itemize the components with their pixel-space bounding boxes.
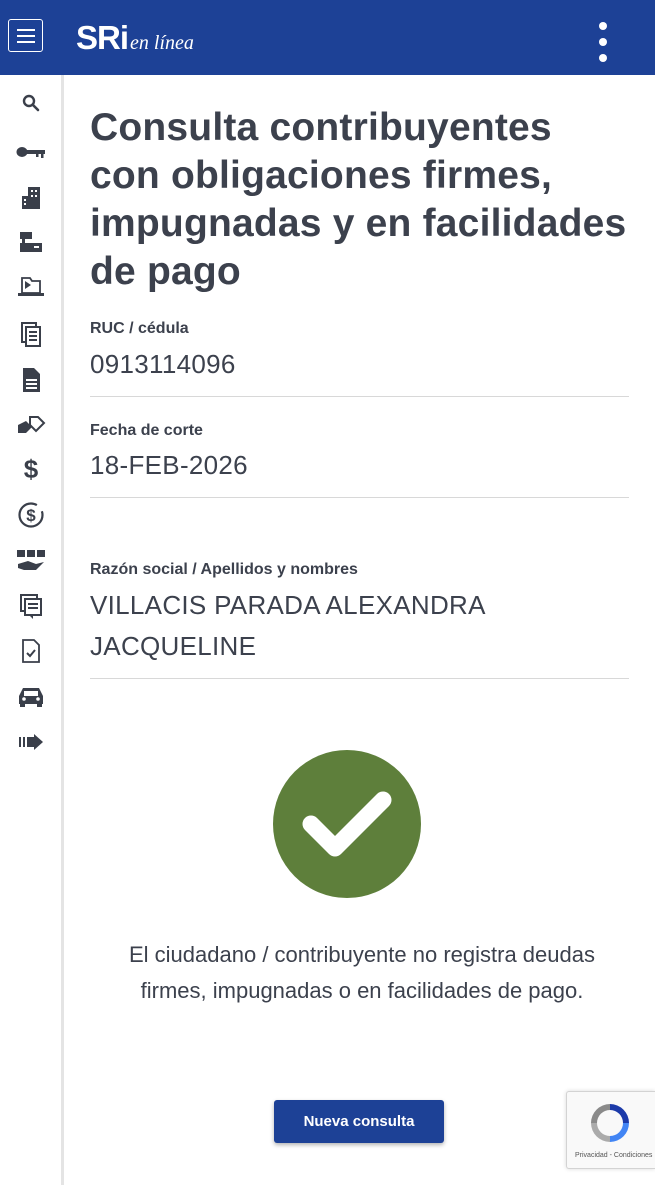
hand-tag-icon[interactable]: [14, 410, 48, 440]
success-status: [273, 750, 421, 898]
divider: [90, 497, 629, 498]
new-query-button[interactable]: Nueva consulta: [274, 1100, 444, 1143]
sri-logo[interactable]: SRi en línea: [76, 18, 194, 58]
recaptcha-icon: [591, 1104, 629, 1142]
logo-main-text: SRi: [76, 19, 129, 56]
kebab-menu-icon[interactable]: [592, 22, 614, 62]
razon-label: Razón social / Apellidos y nombres: [90, 561, 358, 578]
buildings-icon[interactable]: [14, 183, 48, 213]
ruc-value: 0913114096: [90, 349, 236, 379]
razon-value-line2: JACQUELINE: [90, 631, 257, 661]
divider: [90, 396, 629, 397]
status-message: El ciudadano / contribuyente no registra…: [129, 942, 595, 1003]
laptop-folder-icon[interactable]: [14, 272, 48, 302]
svg-text:$: $: [26, 506, 36, 525]
razon-value-line1: VILLACIS PARADA ALEXANDRA: [90, 590, 486, 620]
fecha-label: Fecha de corte: [90, 422, 203, 439]
document-list-icon[interactable]: [14, 319, 48, 349]
cash-register-icon[interactable]: [14, 227, 48, 257]
top-bar: SRi en línea: [0, 0, 655, 75]
logo-sub-text: en línea: [130, 32, 194, 54]
sidebar: $ $: [0, 75, 64, 1185]
search-icon[interactable]: [14, 88, 48, 118]
hamburger-menu-icon[interactable]: [8, 19, 43, 52]
check-icon: [302, 791, 392, 857]
divider: [90, 678, 629, 679]
recaptcha-legal-text[interactable]: Privacidad - Condiciones: [575, 1152, 652, 1159]
car-icon[interactable]: [14, 681, 48, 711]
ruc-label: RUC / cédula: [90, 320, 189, 337]
svg-text:$: $: [24, 455, 39, 483]
tax-hand-icon[interactable]: [14, 546, 48, 576]
document-icon[interactable]: [14, 365, 48, 395]
page-title: Consulta contribuyentes con obligaciones…: [90, 106, 627, 293]
recaptcha-badge[interactable]: Privacidad - Condiciones: [566, 1091, 655, 1169]
document-check-icon[interactable]: [14, 636, 48, 666]
dollar-circle-icon[interactable]: $: [14, 500, 48, 530]
forms-icon[interactable]: [14, 591, 48, 621]
arrow-right-icon[interactable]: [14, 727, 48, 757]
fecha-value: 18-FEB-2026: [90, 450, 248, 480]
key-icon[interactable]: [14, 137, 48, 167]
dollar-icon[interactable]: $: [14, 454, 48, 484]
